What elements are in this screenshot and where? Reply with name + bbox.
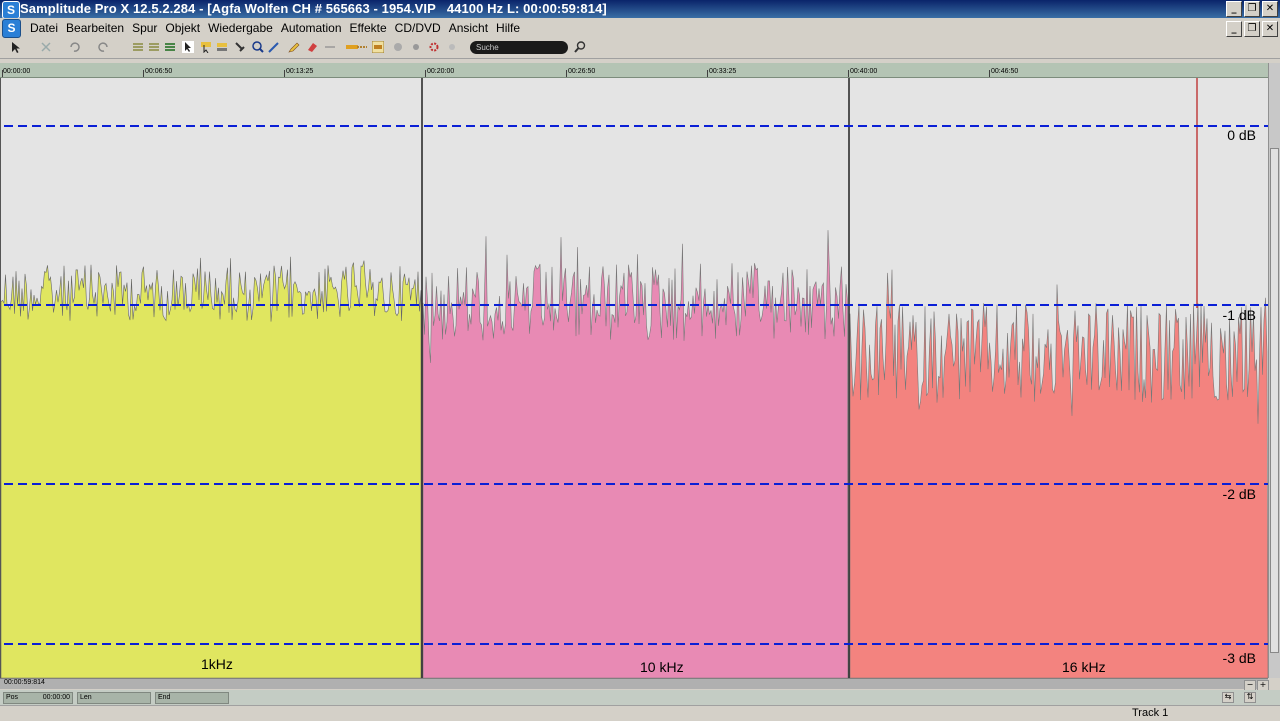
doc-minimize-button[interactable]: _ bbox=[1226, 21, 1242, 37]
length-readout: 00:00:59:814 bbox=[4, 679, 45, 686]
toolbar bbox=[0, 38, 1280, 59]
crossfade-icon[interactable] bbox=[356, 41, 368, 53]
minimize-button[interactable]: _ bbox=[1226, 1, 1242, 17]
db-label-3: -3 dB bbox=[1222, 650, 1256, 666]
doc-close-button[interactable]: ✕ bbox=[1262, 21, 1278, 37]
menu-wiedergabe[interactable]: Wiedergabe bbox=[204, 21, 277, 35]
menu-cd-dvd[interactable]: CD/DVD bbox=[391, 21, 445, 35]
waveform-segment-1khz[interactable] bbox=[0, 256, 422, 678]
title-bar: S Samplitude Pro X 12.5.2.284 - [Agfa Wo… bbox=[0, 0, 1280, 19]
ruler-label: 00:06:50 bbox=[145, 68, 173, 75]
vertical-swap-icon[interactable]: ⇅ bbox=[1244, 692, 1256, 703]
settings-icon[interactable] bbox=[410, 41, 422, 53]
segment-label-16khz: 16 kHz bbox=[1062, 659, 1106, 675]
close-button[interactable]: ✕ bbox=[1262, 1, 1278, 17]
ruler-label: 00:13:25 bbox=[286, 68, 314, 75]
db-label-2: -2 dB bbox=[1222, 486, 1256, 502]
track-list-icon[interactable] bbox=[164, 41, 176, 53]
list-icon[interactable] bbox=[132, 41, 144, 53]
menu-spur[interactable]: Spur bbox=[128, 21, 161, 35]
doc-maximize-button[interactable]: ❐ bbox=[1244, 21, 1260, 37]
grid-icon[interactable] bbox=[392, 41, 404, 53]
ruler-label: 00:46:50 bbox=[991, 68, 1019, 75]
db-label-1: -1 dB bbox=[1222, 307, 1256, 323]
position-bar: Pos 00:00:00 Len End ⇆ ⇅ bbox=[0, 690, 1280, 705]
draw-tool-icon[interactable] bbox=[268, 41, 280, 53]
snap-icon[interactable] bbox=[372, 41, 384, 53]
vertical-scroll-thumb[interactable] bbox=[1270, 148, 1279, 653]
status-track-name: Track 1 bbox=[1132, 707, 1169, 719]
app-logo-icon: S bbox=[2, 1, 20, 19]
redo-icon[interactable] bbox=[98, 41, 110, 53]
menu-hilfe[interactable]: Hilfe bbox=[492, 21, 524, 35]
scrub-tool-icon[interactable] bbox=[234, 41, 246, 53]
len-label: Len bbox=[80, 694, 92, 701]
end-label: End bbox=[158, 694, 171, 701]
waveform[interactable] bbox=[0, 78, 1268, 678]
pointer-icon[interactable] bbox=[10, 41, 22, 53]
window-title: Samplitude Pro X 12.5.2.284 - [Agfa Wolf… bbox=[20, 1, 607, 16]
pos-value: 00:00:00 bbox=[42, 694, 70, 701]
menu-automation[interactable]: Automation bbox=[277, 21, 346, 35]
menu-objekt[interactable]: Objekt bbox=[161, 21, 204, 35]
segment-label-1khz: 1kHz bbox=[201, 656, 233, 672]
db-label-0: 0 dB bbox=[1227, 127, 1256, 143]
ruler-label: 00:40:00 bbox=[850, 68, 878, 75]
menu-bar: S Datei Bearbeiten Spur Objekt Wiedergab… bbox=[0, 18, 1280, 38]
menu-ansicht[interactable]: Ansicht bbox=[445, 21, 492, 35]
time-ruler[interactable]: 00:00:00 00:06:50 00:13:25 00:20:00 00:2… bbox=[0, 63, 1268, 78]
search-icon[interactable] bbox=[573, 40, 587, 54]
menu-effekte[interactable]: Effekte bbox=[346, 21, 391, 35]
ruler-label: 00:26:50 bbox=[568, 68, 596, 75]
object-tool-icon[interactable] bbox=[216, 41, 228, 53]
gear-icon[interactable] bbox=[428, 41, 440, 53]
select-tool-icon[interactable] bbox=[182, 41, 194, 53]
ruler-label: 00:20:00 bbox=[427, 68, 455, 75]
ruler-label: 00:00:00 bbox=[3, 68, 31, 75]
document-logo-icon[interactable]: S bbox=[2, 19, 21, 38]
cut-icon[interactable] bbox=[40, 41, 52, 53]
ruler-label: 00:33:25 bbox=[709, 68, 737, 75]
waveform-segment-10khz[interactable] bbox=[422, 230, 849, 678]
horizontal-scrollbar[interactable]: 00:00:59:814 bbox=[0, 678, 1268, 689]
eraser-icon[interactable] bbox=[306, 41, 318, 53]
split-icon[interactable] bbox=[324, 41, 336, 53]
record-icon[interactable] bbox=[446, 41, 458, 53]
len-field[interactable]: Len bbox=[77, 692, 151, 704]
pos-field[interactable]: Pos 00:00:00 bbox=[3, 692, 73, 704]
maximize-button[interactable]: ❐ bbox=[1244, 1, 1260, 17]
search-input[interactable]: Suche bbox=[470, 41, 568, 54]
track-area[interactable]: 0 dB -1 dB -2 dB -3 dB 1kHz 10 kHz 16 kH… bbox=[0, 78, 1268, 678]
document-window-controls: _ ❐ ✕ bbox=[1226, 21, 1278, 37]
menu-bearbeiten[interactable]: Bearbeiten bbox=[62, 21, 128, 35]
list-alt-icon[interactable] bbox=[148, 41, 160, 53]
undo-icon[interactable] bbox=[68, 41, 80, 53]
vertical-scrollbar[interactable] bbox=[1268, 63, 1280, 678]
pencil-icon[interactable] bbox=[288, 41, 300, 53]
pos-label: Pos bbox=[6, 694, 19, 701]
zoom-tool-icon[interactable] bbox=[252, 41, 264, 53]
menu-datei[interactable]: Datei bbox=[26, 21, 62, 35]
segment-label-10khz: 10 kHz bbox=[640, 659, 684, 675]
range-tool-icon[interactable] bbox=[200, 41, 212, 53]
swap-icon[interactable]: ⇆ bbox=[1222, 692, 1234, 703]
end-field[interactable]: End bbox=[155, 692, 229, 704]
status-bar: Track 1 bbox=[0, 705, 1280, 721]
waveform-segment-16khz[interactable] bbox=[849, 269, 1268, 678]
window-controls: _ ❐ ✕ bbox=[1226, 1, 1278, 17]
